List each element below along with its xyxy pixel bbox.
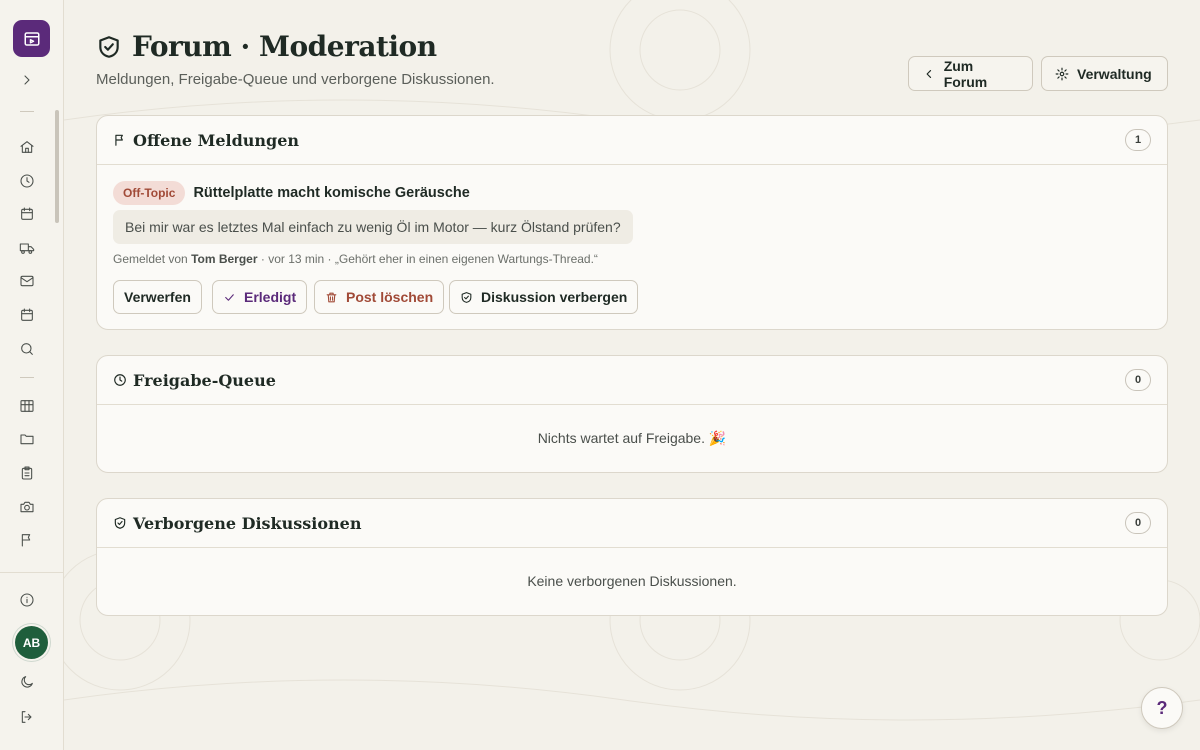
approval-queue-count-badge: 0 (1125, 369, 1151, 391)
logout-icon[interactable] (18, 708, 36, 726)
reports-count-badge: 1 (1125, 129, 1151, 151)
reporter-name: Tom Berger (191, 252, 258, 266)
home-icon[interactable] (18, 138, 36, 156)
delete-post-button[interactable]: Post löschen (314, 280, 445, 314)
mark-done-button[interactable]: Erledigt (212, 280, 308, 314)
calendar-icon[interactable] (18, 205, 36, 223)
calendar-icon[interactable] (18, 306, 36, 324)
report-meta-prefix: Gemeldet von (113, 252, 188, 266)
chevron-left-icon (926, 69, 932, 78)
report-meta-suffix: · vor 13 min · „Gehört eher in einen eig… (260, 252, 598, 266)
sidebar-divider (20, 111, 34, 112)
reported-post-quote: Bei mir war es letztes Mal einfach zu we… (113, 210, 633, 244)
approval-queue-title: Freigabe-Queue (113, 371, 276, 390)
flag-icon (115, 134, 123, 146)
discard-report-button[interactable]: Verwerfen (113, 280, 202, 314)
back-to-forum-label: Zum Forum (943, 57, 988, 90)
avatar-initials: AB (22, 635, 41, 650)
hide-label: Diskussion verbergen (481, 289, 628, 305)
flag-icon[interactable] (18, 531, 36, 549)
approval-queue-header: Freigabe-Queue 0 (97, 356, 1167, 405)
gear-icon (1055, 67, 1069, 80)
approval-queue-title-text: Freigabe-Queue (133, 370, 276, 390)
hide-discussion-button[interactable]: Diskussion verbergen (449, 280, 639, 314)
report-item-header: Off-Topic Rüttelplatte macht komische Ge… (113, 181, 470, 205)
page-title: Forum · Moderation (96, 30, 437, 63)
reports-card-title: Offene Meldungen (113, 131, 299, 150)
reports-card: Offene Meldungen 1 Off-Topic Rüttelplatt… (96, 115, 1168, 330)
expand-sidebar-icon[interactable] (18, 71, 36, 89)
clipboard-icon[interactable] (18, 464, 36, 482)
shield-check-icon (99, 35, 119, 58)
clock-icon (114, 374, 126, 386)
page-subtitle: Meldungen, Freigabe-Queue und verborgene… (96, 71, 495, 88)
shield-check-icon (114, 517, 126, 529)
hidden-discussions-header: Verborgene Diskussionen 0 (97, 499, 1167, 548)
truck-icon[interactable] (18, 239, 36, 257)
hidden-discussions-card: Verborgene Diskussionen 0 Keine verborge… (96, 498, 1168, 616)
trash-icon (326, 292, 337, 302)
shield-check-icon (461, 291, 472, 303)
report-category-tag: Off-Topic (113, 181, 186, 205)
delete-label: Post löschen (346, 289, 434, 305)
hidden-discussions-title: Verborgene Diskussionen (113, 514, 361, 533)
camera-icon[interactable] (18, 498, 36, 516)
hidden-discussions-empty-message: Keine verborgenen Diskussionen. (527, 573, 737, 589)
admin-label: Verwaltung (1077, 65, 1152, 82)
table-icon[interactable] (18, 397, 36, 415)
back-to-forum-button[interactable]: Zum Forum (908, 56, 1033, 91)
hidden-discussions-title-text: Verborgene Diskussionen (133, 513, 362, 533)
folder-icon[interactable] (18, 430, 36, 448)
done-label: Erledigt (244, 289, 297, 305)
sidebar-divider (20, 377, 34, 378)
app-logo[interactable] (13, 20, 50, 57)
sidebar-divider (0, 572, 63, 573)
hidden-discussions-count-badge: 0 (1125, 512, 1151, 534)
page-title-text: Forum · Moderation (132, 30, 437, 63)
app-logo-icon (24, 31, 39, 46)
help-button[interactable]: ? (1141, 687, 1183, 729)
approval-queue-empty-message: Nichts wartet auf Freigabe. 🎉 (537, 430, 727, 446)
admin-button[interactable]: Verwaltung (1041, 56, 1168, 91)
sidebar: AB (0, 0, 64, 750)
reports-title-text: Offene Meldungen (133, 130, 300, 150)
check-icon (225, 293, 234, 301)
reports-card-header: Offene Meldungen 1 (97, 116, 1167, 165)
moon-icon[interactable] (18, 673, 36, 691)
report-thread-title[interactable]: Rüttelplatte macht komische Geräusche (193, 185, 469, 201)
discard-label: Verwerfen (124, 289, 191, 305)
approval-queue-card: Freigabe-Queue 0 Nichts wartet auf Freig… (96, 355, 1168, 473)
avatar[interactable]: AB (15, 626, 48, 659)
search-icon[interactable] (18, 340, 36, 358)
clock-icon[interactable] (18, 172, 36, 190)
report-meta: Gemeldet von Tom Berger · vor 13 min · „… (113, 252, 598, 266)
mail-icon[interactable] (18, 272, 36, 290)
help-label: ? (1156, 697, 1168, 718)
sidebar-scrollbar[interactable] (55, 110, 59, 223)
info-icon[interactable] (18, 591, 36, 609)
